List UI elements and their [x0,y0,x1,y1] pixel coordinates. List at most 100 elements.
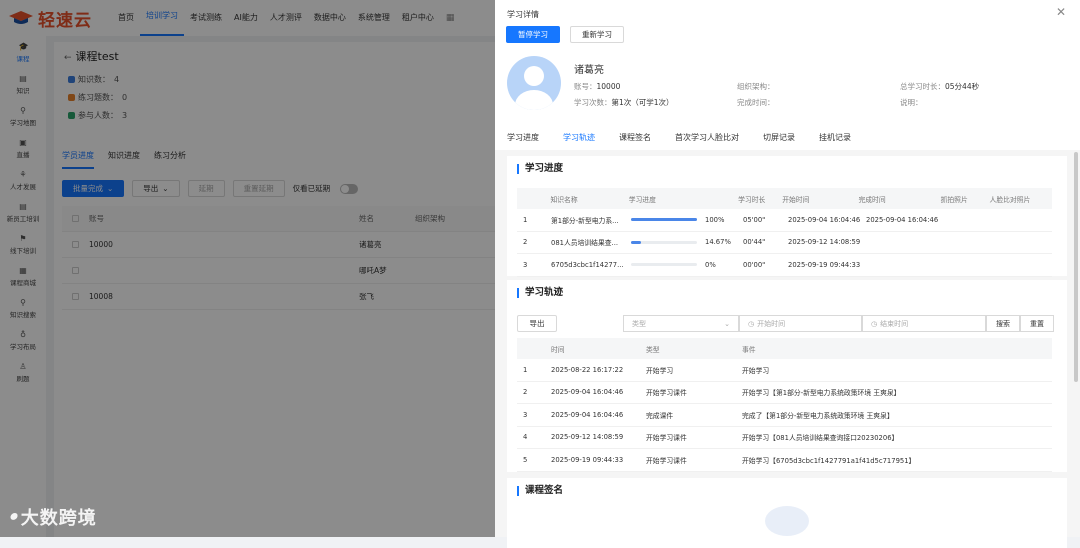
end-time-input[interactable]: ◷ 结束时间 [862,315,986,332]
sign-card: 课程签名 [507,478,1067,548]
account-info: 账号：10000 [574,82,621,91]
drawer-tab-3[interactable]: 首次学习人脸比对 [675,132,739,152]
progress-header-cell: 完成时间 [858,195,886,204]
track-section-title: 学习轨迹 [517,288,563,298]
end-time: 2025-09-04 16:04:46 [866,215,939,224]
clock-icon: ◷ [748,319,755,328]
user-name: 诸葛亮 [574,65,604,76]
track-table-header: 时间 类型 事件 [517,338,1052,359]
modal-mask[interactable] [0,0,495,537]
progress-table: 知识名称 学习进度 学习时长 开始时间 完成时间 抓拍照片 人脸比对照片 1 第1部分-新型电力… [517,188,1052,277]
progress-cell: 14.67% [625,238,737,246]
track-export-button[interactable]: 导出 [517,315,557,332]
drawer-tab-5[interactable]: 挂机记录 [819,132,851,152]
clock-icon: ◷ [871,319,878,328]
track-time: 2025-09-19 09:44:33 [551,455,624,464]
pause-learning-button[interactable]: 暂停学习 [506,26,560,43]
knowledge-name[interactable]: 第1部分-新型电力系... [545,215,625,225]
start-time: 2025-09-04 16:04:46 [788,215,860,224]
drawer-scrollbar[interactable] [1074,152,1078,382]
sign-section-title: 课程签名 [517,486,563,496]
track-event: 完成了【第1部分-新型电力系统政策环境 王爽泉】 [742,411,894,420]
type-select[interactable]: 类型 ⌄ [623,315,739,332]
track-type: 完成课件 [646,411,674,420]
watermark: ꔷ 大数跨境 [8,504,97,530]
progress-row: 2 081人员培训结果查... 14.67% 00'44" 2025-09-12 14:… [517,232,1052,254]
drawer-tab-0[interactable]: 学习进度 [507,132,539,152]
progress-bar [631,263,697,267]
drawer-tab-1[interactable]: 学习轨迹 [563,132,595,152]
track-event: 开始学习【第1部分-新型电力系统政策环境 王爽泉】 [742,389,901,398]
progress-cell: 100% [625,216,737,224]
progress-card: 学习进度 知识名称 学习进度 学习时长 开始时间 完成时间 抓拍照片 人脸比对照片 1 第1部分… [507,156,1067,277]
track-type: 开始学习课件 [646,434,687,443]
track-type: 开始学习课件 [646,456,687,465]
progress-section-title: 学习进度 [517,164,563,174]
track-table: 时间 类型 事件 1 2025-08-22 16:17:22 开始学习 开始学习 2 2025-… [517,338,1052,472]
avatar [507,56,561,110]
reset-button[interactable]: 重置 [1020,315,1054,332]
track-time: 2025-09-04 16:04:46 [551,410,624,419]
knowledge-name[interactable]: 081人员培训结果查... [545,237,625,247]
track-header-cell: 时间 [551,345,565,354]
org-info: 组织架构： [737,82,775,91]
progress-row: 3 6705d3cbc1f14277... 0% 00'00" 2025-09-19 0… [517,254,1052,277]
progress-bar [631,218,697,222]
track-row: 3 2025-09-04 16:04:46 完成课件 完成了【第1部分-新型电力系统政… [517,404,1052,427]
row-number: 4 [523,433,528,442]
track-type: 开始学习课件 [646,389,687,398]
learning-detail-drawer: 学习详情 ✕ 暂停学习 重新学习 诸葛亮 账号：10000 学习次数：第1次（可… [495,0,1080,548]
track-time: 2025-08-22 16:17:22 [551,365,624,374]
progress-header-cell: 学习进度 [628,195,656,204]
track-row: 4 2025-09-12 14:08:59 开始学习课件 开始学习【081人员培训结果… [517,427,1052,449]
progress-text: 0% [705,260,716,269]
progress-header-cell: 学习时长 [738,195,766,204]
track-row: 5 2025-09-19 09:44:33 开始学习课件 开始学习【6705d3cbc… [517,449,1052,472]
track-card: 学习轨迹 导出 类型 ⌄ ◷ 开始时间 ◷ 结束时间 搜索 重置 时间 类型 事件 1 202… [507,280,1067,472]
row-number: 2 [523,388,528,397]
drawer-tab-2[interactable]: 课程签名 [619,132,651,152]
duration: 00'00" [743,260,766,269]
progress-text: 14.67% [705,238,731,247]
progress-header-cell: 开始时间 [782,195,810,204]
track-row: 1 2025-08-22 16:17:22 开始学习 开始学习 [517,359,1052,382]
drawer-title: 学习详情 [507,10,539,19]
track-event: 开始学习【081人员培训结果查询接口20230206】 [742,434,899,443]
progress-row: 1 第1部分-新型电力系... 100% 05'00" 2025-09-04 16:04… [517,209,1052,232]
progress-header-cell: 人脸比对照片 [989,195,1031,204]
knowledge-name[interactable]: 6705d3cbc1f14277... [545,261,625,269]
track-time: 2025-09-12 14:08:59 [551,433,624,442]
chevron-down-icon: ⌄ [724,319,730,328]
progress-fill [631,240,641,244]
track-event: 开始学习【6705d3cbc1f1427791a1f41d5c717951】 [742,456,916,465]
track-time: 2025-09-04 16:04:46 [551,388,624,397]
progress-fill [631,218,697,222]
close-icon[interactable]: ✕ [1056,5,1066,19]
duration: 05'00" [743,215,766,224]
drawer-tab-4[interactable]: 切屏记录 [763,132,795,152]
row-number: 1 [523,365,528,374]
watermark-text: 大数跨境 [20,508,97,529]
start-time: 2025-09-19 09:44:33 [788,260,860,269]
row-number: 2 [523,238,528,247]
row-number: 3 [523,410,528,419]
watermark-logo: ꔷ [8,506,17,528]
progress-text: 100% [705,215,725,224]
row-number: 3 [523,260,528,269]
times-info: 学习次数：第1次（可学1次） [574,98,674,107]
track-filters: 导出 类型 ⌄ ◷ 开始时间 ◷ 结束时间 搜索 重置 [517,315,1054,332]
progress-bar [631,240,697,244]
drawer-scroll-area[interactable]: 学习进度 知识名称 学习进度 学习时长 开始时间 完成时间 抓拍照片 人脸比对照片 1 第1部分… [495,150,1080,548]
total-time-info: 总学习时长：05分44秒 [900,82,980,91]
track-header-cell: 事件 [742,345,756,354]
search-button[interactable]: 搜索 [986,315,1020,332]
restart-learning-button[interactable]: 重新学习 [570,26,624,43]
row-number: 1 [523,215,528,224]
progress-cell: 0% [625,261,737,269]
finish-info: 完成时间： [737,98,775,107]
start-time-input[interactable]: ◷ 开始时间 [739,315,862,332]
note-info: 说明： [900,98,923,107]
progress-header-cell: 抓拍照片 [940,195,968,204]
progress-table-header: 知识名称 学习进度 学习时长 开始时间 完成时间 抓拍照片 人脸比对照片 [517,188,1052,209]
drawer-tabs: 学习进度 学习轨迹 课程签名 首次学习人脸比对 切屏记录 挂机记录 [507,132,851,152]
